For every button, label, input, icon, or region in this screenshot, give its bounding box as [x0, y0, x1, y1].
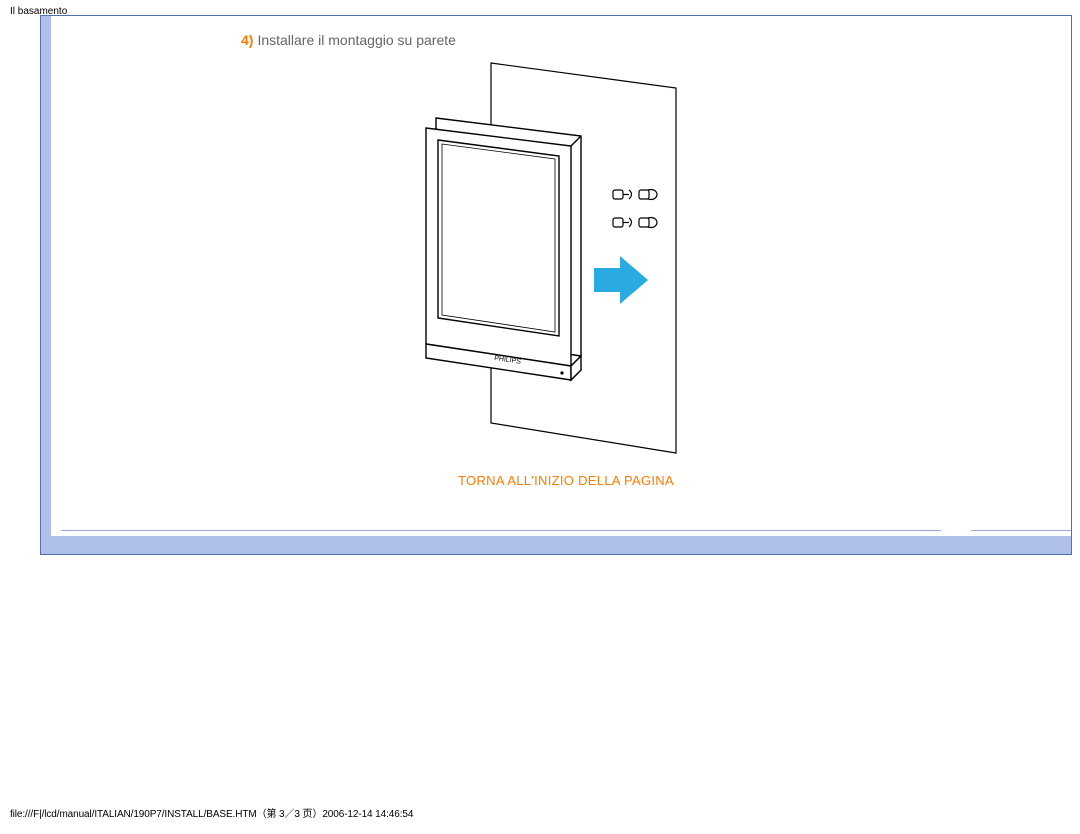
- divider-line-right: [971, 530, 1071, 531]
- content-frame: 4) Installare il montaggio su parete: [40, 15, 1072, 555]
- step-content: 4) Installare il montaggio su parete: [241, 16, 891, 516]
- screw-icon: [639, 218, 657, 228]
- divider-line: [61, 530, 941, 531]
- footer-file-path: file:///F|/lcd/manual/ITALIAN/190P7/INST…: [10, 805, 413, 820]
- step-heading: 4) Installare il montaggio su parete: [241, 16, 891, 48]
- screw-icon: [639, 190, 657, 200]
- figure-wall-mount: PHILIPS: [241, 58, 891, 463]
- back-to-top-link[interactable]: TORNA ALL'INIZIO DELLA PAGINA: [458, 473, 674, 488]
- monitor-button-icon: [560, 371, 563, 374]
- back-to-top-link-wrap: TORNA ALL'INIZIO DELLA PAGINA: [241, 473, 891, 488]
- wall-mount-illustration: PHILIPS: [376, 58, 756, 463]
- monitor-shape: [426, 118, 581, 380]
- step-text: Installare il montaggio su parete: [257, 32, 455, 48]
- content-panel: 4) Installare il montaggio su parete: [51, 16, 1071, 536]
- step-number: 4): [241, 32, 253, 48]
